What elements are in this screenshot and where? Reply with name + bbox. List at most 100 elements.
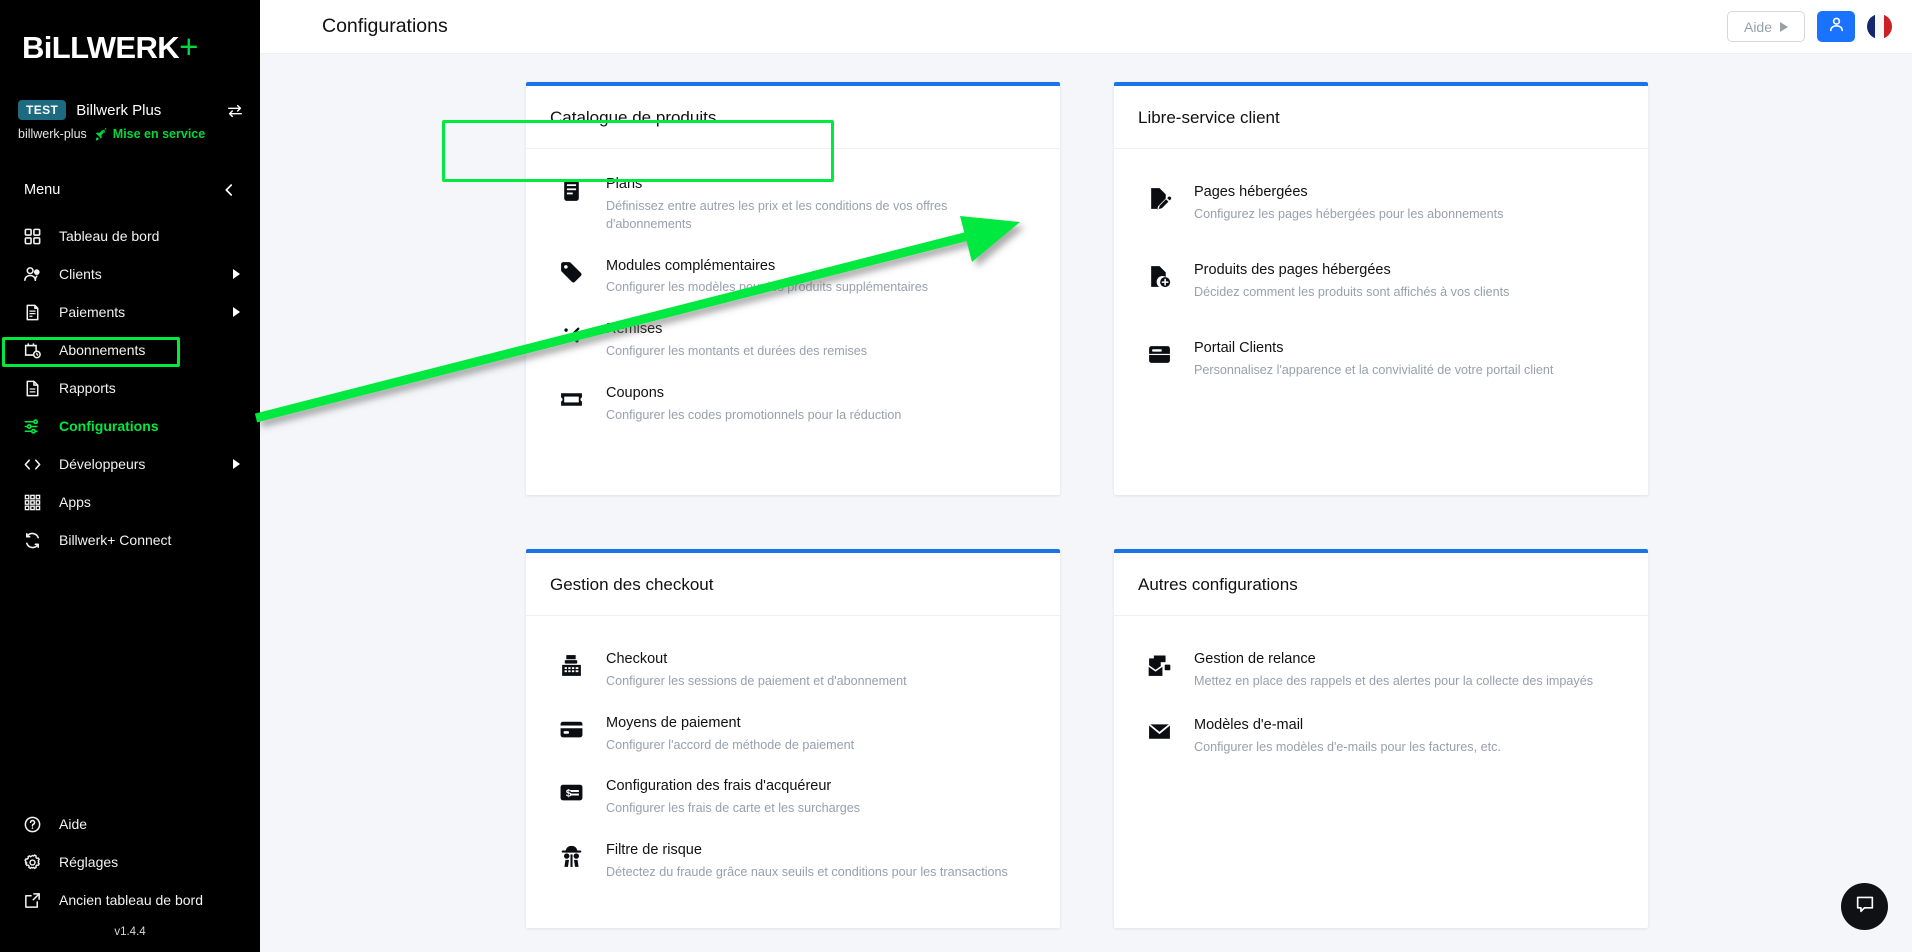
- config-link-title: Coupons: [606, 385, 665, 402]
- config-link-title: Modules complémentaires: [606, 257, 776, 274]
- config-link-text: Modèles d'e-mail Configurer les modèles …: [1194, 715, 1501, 757]
- config-link-subtitle: Configurer les montants et durées des re…: [606, 344, 868, 359]
- help-button-label: Aide: [1743, 18, 1773, 35]
- tenant-env-badge: TEST: [18, 100, 67, 120]
- config-link-title: Configuration des frais d'acquéreur: [606, 778, 832, 795]
- collapse-sidebar-button[interactable]: [220, 181, 238, 199]
- sidebar-item-reglages[interactable]: Réglages: [0, 848, 260, 876]
- config-link-text: Pages hébergées Configurez les pages héb…: [1194, 182, 1503, 224]
- page-edit-icon: [1142, 182, 1176, 211]
- tenant-switcher[interactable]: TEST Billwerk Plus billwerk-plus Mise en…: [0, 100, 260, 141]
- config-link-gestion-de-relance[interactable]: Gestion de relance Mettez en place des r…: [1114, 638, 1648, 704]
- config-link-title: Moyens de paiement: [606, 714, 741, 731]
- sidebar-item-label: Abonnements: [59, 342, 146, 358]
- coupon-icon: [554, 383, 588, 412]
- sidebar-item-label: Rapports: [59, 380, 116, 396]
- users-icon: [22, 264, 42, 284]
- config-link-subtitle: Détectez du fraude grâce naux seuils et …: [606, 865, 1008, 879]
- config-link-modules-complementaires[interactable]: Modules complémentaires Configurer les m…: [526, 245, 1060, 309]
- config-link-filtre-de-risque[interactable]: Filtre de risque Détectez du fraude grâc…: [526, 829, 1060, 893]
- rocket-icon: [95, 127, 108, 141]
- sidebar-item-label: Clients: [59, 266, 102, 282]
- menu-label: Menu: [24, 182, 61, 198]
- brand-logo[interactable]: BiLLWERK+: [0, 0, 260, 86]
- config-link-text: Coupons Configurer les codes promotionne…: [606, 383, 901, 425]
- config-link-remises[interactable]: Remises Configurer les montants et durée…: [526, 308, 1060, 372]
- config-link-subtitle: Configurer les codes promotionnels pour …: [606, 407, 902, 422]
- sidebar-item-billwerk-connect[interactable]: Billwerk+ Connect: [0, 526, 260, 554]
- config-link-subtitle: Configurez les pages hébergées pour les …: [1194, 206, 1504, 221]
- menu-header: Menu: [0, 178, 260, 202]
- top-bar: Configurations Aide: [260, 0, 1912, 54]
- config-link-text: Gestion de relance Mettez en place des r…: [1194, 649, 1593, 691]
- config-link-text: Modules complémentaires Configurer les m…: [606, 256, 928, 298]
- gear-icon: [22, 852, 42, 872]
- config-link-modeles-demail[interactable]: Modèles d'e-mail Configurer les modèles …: [1114, 704, 1648, 768]
- help-circle-icon: [22, 814, 42, 834]
- config-link-coupons[interactable]: Coupons Configurer les codes promotionne…: [526, 372, 1060, 436]
- sidebar-item-label: Billwerk+ Connect: [59, 532, 172, 548]
- sidebar-item-label: Paiements: [59, 304, 126, 320]
- sidebar-item-clients[interactable]: Clients: [0, 260, 260, 288]
- config-link-checkout[interactable]: Checkout Configurer les sessions de paie…: [526, 638, 1060, 702]
- sidebar-item-developpeurs[interactable]: Développeurs: [0, 450, 260, 478]
- config-link-plans[interactable]: Plans Définissez entre autres les prix e…: [526, 163, 1060, 245]
- top-bar-actions: Aide: [1727, 11, 1892, 42]
- card-catalogue-de-produits: Catalogue de produits Plans Définissez e…: [526, 82, 1060, 495]
- card-title: Catalogue de produits: [550, 108, 717, 127]
- sidebar-item-label: Développeurs: [59, 456, 146, 472]
- config-link-configuration-des-frais-dacquereur[interactable]: $ Configuration des frais d'acquéreur Co…: [526, 765, 1060, 829]
- config-link-moyens-de-paiement[interactable]: Moyens de paiement Configurer l'accord d…: [526, 702, 1060, 766]
- card-body-filler: [1114, 405, 1648, 469]
- card-gestion-des-checkout: Gestion des checkout Checkout Configurer…: [526, 549, 1060, 928]
- user-account-button[interactable]: [1817, 11, 1855, 42]
- config-link-title: Modèles d'e-mail: [1194, 717, 1304, 733]
- sidebar-item-ancien-tableau-de-bord[interactable]: Ancien tableau de bord: [0, 886, 260, 914]
- card-autres-configurations: Autres configurations Gestion de relance…: [1114, 549, 1648, 928]
- page-title: Configurations: [322, 15, 448, 37]
- config-link-portail-clients[interactable]: Portail Clients Personnalisez l'apparenc…: [1114, 327, 1648, 405]
- config-link-subtitle: Configurer les modèles pour les produits…: [606, 280, 929, 295]
- window-icon: [1142, 338, 1176, 367]
- config-link-pages-hebergees[interactable]: Pages hébergées Configurez les pages héb…: [1114, 171, 1648, 249]
- switch-tenant-icon[interactable]: [226, 102, 244, 120]
- card-header: Catalogue de produits: [526, 86, 1060, 149]
- user-icon: [1827, 15, 1846, 39]
- sidebar-footer: Aide Réglages Ancien tableau de bord v1.…: [0, 810, 260, 952]
- sync-icon: [22, 530, 42, 550]
- sidebar: BiLLWERK+ TEST Billwerk Plus billwerk-pl…: [0, 0, 260, 952]
- config-link-title: Pages hébergées: [1194, 184, 1308, 200]
- spy-icon: [554, 840, 588, 869]
- sidebar-item-apps[interactable]: Apps: [0, 488, 260, 516]
- sidebar-item-label: Tableau de bord: [59, 228, 160, 244]
- sidebar-item-paiements[interactable]: Paiements: [0, 298, 260, 326]
- app-root: BiLLWERK+ TEST Billwerk Plus billwerk-pl…: [0, 0, 1912, 952]
- chevron-right-icon: [233, 269, 240, 279]
- flag-fr-icon[interactable]: [1867, 14, 1892, 39]
- sidebar-item-configurations[interactable]: Configurations: [0, 412, 260, 440]
- help-button[interactable]: Aide: [1727, 11, 1805, 42]
- calendar-clock-icon: [22, 340, 42, 360]
- sidebar-item-tableau-de-bord[interactable]: Tableau de bord: [0, 222, 260, 250]
- sidebar-item-aide[interactable]: Aide: [0, 810, 260, 838]
- chat-support-button[interactable]: [1841, 883, 1888, 930]
- card-title: Libre-service client: [1138, 108, 1280, 127]
- sidebar-item-rapports[interactable]: Rapports: [0, 374, 260, 402]
- tenant-status-label: Mise en service: [112, 127, 206, 141]
- sidebar-item-abonnements[interactable]: Abonnements: [0, 336, 260, 364]
- primary-nav: Tableau de bord Clients Paiements Abonne…: [0, 222, 260, 554]
- apps-icon: [22, 492, 42, 512]
- config-link-subtitle: Personnalisez l'apparence et la convivia…: [1194, 362, 1554, 377]
- card-header: Libre-service client: [1114, 86, 1648, 149]
- envelope-icon: [1142, 715, 1176, 744]
- config-link-text: Checkout Configurer les sessions de paie…: [606, 649, 907, 691]
- config-link-produits-des-pages-hebergees[interactable]: Produits des pages hébergées Décidez com…: [1114, 249, 1648, 327]
- card-body: Plans Définissez entre autres les prix e…: [526, 149, 1060, 462]
